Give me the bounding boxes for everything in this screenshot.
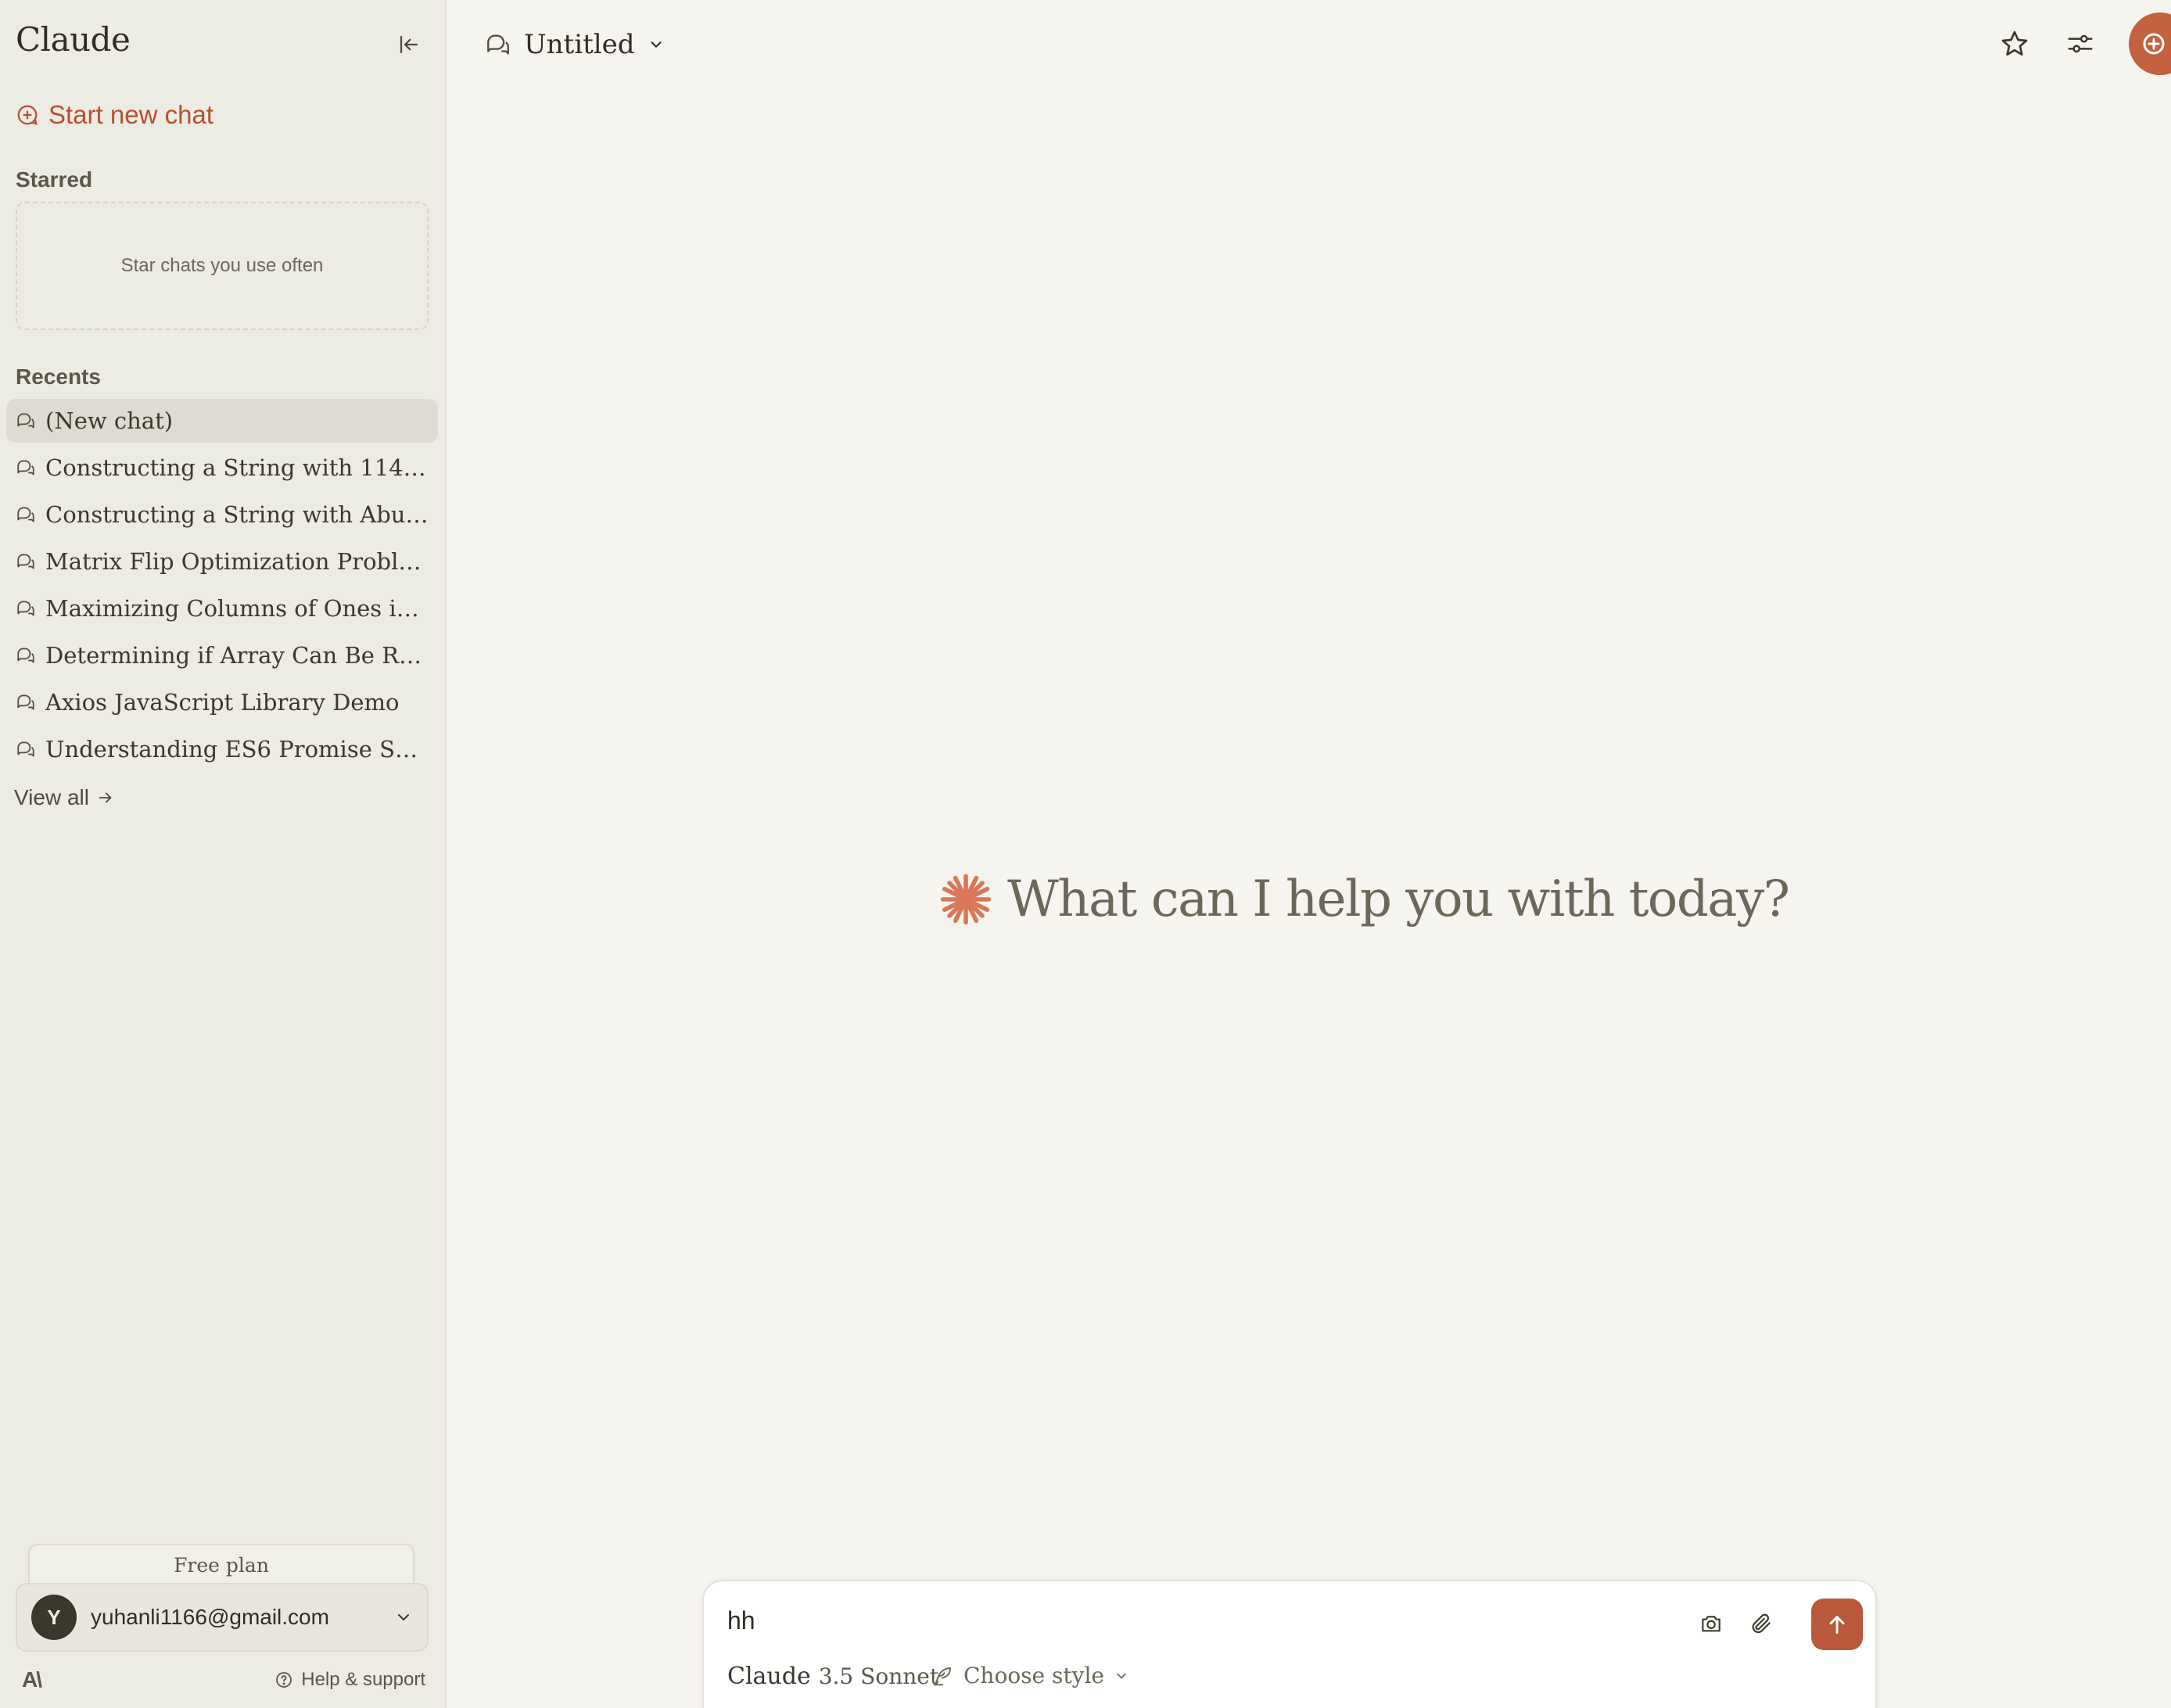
model-name: Claude [727, 1663, 811, 1690]
arrow-right-icon [99, 792, 112, 803]
collapse-sidebar-icon [400, 35, 418, 54]
arrow-up-icon [1829, 1616, 1845, 1634]
chat-bubble-icon [16, 692, 38, 712]
chat-title: Untitled [524, 29, 635, 60]
plan-badge: Free plan [28, 1544, 414, 1584]
recent-chat-item[interactable]: (New chat) [6, 399, 438, 443]
star-chat-button[interactable] [1996, 25, 2033, 63]
chat-bubble-icon [487, 34, 509, 55]
recent-chat-label: Constructing a String with 114514 "jiar.… [45, 454, 429, 481]
view-all-link[interactable]: View all [14, 785, 114, 810]
chat-bubble-icon [16, 645, 38, 666]
help-support-link[interactable]: Help & support [275, 1669, 425, 1691]
recent-chat-item[interactable]: Maximizing Columns of Ones in a Bin... [6, 587, 438, 630]
chat-bubble-icon [16, 598, 38, 619]
brand-logo[interactable]: Claude [16, 20, 131, 59]
chat-bubble-icon [16, 739, 38, 759]
send-button[interactable] [1811, 1599, 1863, 1650]
model-selector[interactable]: Claude 3.5 Sonnet [727, 1663, 938, 1690]
collapse-sidebar-button[interactable] [391, 27, 427, 63]
chat-title-dropdown[interactable]: Untitled [485, 25, 665, 64]
recent-chat-label: Determining if Array Can Be Rearran... [45, 642, 429, 669]
starred-empty-state: Star chats you use often [16, 202, 429, 330]
chat-settings-button[interactable] [2062, 25, 2099, 63]
new-chat-round-button[interactable] [2129, 13, 2171, 75]
recent-chat-label: Matrix Flip Optimization Problem [45, 548, 429, 575]
starred-heading: Starred [16, 167, 93, 192]
avatar: Y [31, 1595, 77, 1640]
plan-label: Free plan [174, 1553, 269, 1577]
view-all-label: View all [14, 785, 89, 809]
new-chat-icon [2143, 33, 2165, 55]
account-email: yuhanli1166@gmail.com [91, 1605, 329, 1629]
chat-bubble-icon [16, 458, 38, 478]
chevron-down-icon [398, 1614, 409, 1620]
recent-chat-label: (New chat) [45, 407, 174, 434]
greeting-text: What can I help you with today? [1007, 870, 1790, 928]
style-label: Choose style [963, 1663, 1104, 1688]
recent-chat-item[interactable]: Matrix Flip Optimization Problem [6, 540, 438, 583]
recents-heading: Recents [16, 364, 101, 389]
chat-bubble-icon [16, 504, 38, 525]
anthropic-logo[interactable]: A\ [22, 1667, 42, 1692]
message-input[interactable]: hh [727, 1606, 755, 1635]
recent-chat-label: Maximizing Columns of Ones in a Bin... [45, 595, 429, 622]
new-chat-plus-icon [17, 105, 38, 125]
start-new-chat-label: Start new chat [48, 100, 214, 129]
quill-icon [934, 1667, 951, 1685]
claude-starburst-icon [940, 874, 992, 925]
greeting: What can I help you with today? [938, 868, 1790, 931]
start-new-chat-button[interactable]: Start new chat [16, 95, 214, 135]
recent-chat-item[interactable]: Understanding ES6 Promise Syntax [6, 727, 438, 771]
chevron-down-icon [1117, 1673, 1126, 1678]
chat-bubble-icon [16, 411, 38, 431]
help-icon [276, 1672, 292, 1688]
camera-icon [1702, 1616, 1721, 1632]
recent-chat-label: Constructing a String with Abundant ... [45, 501, 429, 528]
sidebar: Claude Start new chat Starred Star chats… [0, 0, 447, 1708]
paperclip-icon [1752, 1613, 1771, 1634]
recents-list: (New chat) Constructing a String with 11… [6, 399, 438, 774]
chat-bubble-icon [16, 551, 38, 572]
star-icon [2001, 30, 2028, 56]
starred-empty-text: Star chats you use often [120, 255, 324, 276]
recent-chat-item[interactable]: Constructing a String with 114514 "jiar.… [6, 446, 438, 490]
recent-chat-item[interactable]: Determining if Array Can Be Rearran... [6, 633, 438, 677]
style-selector[interactable]: Choose style [931, 1663, 1129, 1688]
recent-chat-item[interactable]: Constructing a String with Abundant ... [6, 493, 438, 536]
sidebar-footer: A\ Help & support [22, 1664, 425, 1695]
sliders-icon [2068, 34, 2093, 53]
recent-chat-item[interactable]: Axios JavaScript Library Demo [6, 680, 438, 724]
recent-chat-label: Understanding ES6 Promise Syntax [45, 736, 429, 762]
help-support-label: Help & support [301, 1669, 425, 1690]
account-menu-button[interactable]: Y yuhanli1166@gmail.com [16, 1583, 429, 1652]
chevron-down-icon [651, 41, 662, 48]
attach-file-button[interactable] [1741, 1603, 1782, 1644]
model-version: 3.5 Sonnet [818, 1663, 939, 1689]
screenshot-button[interactable] [1691, 1603, 1731, 1644]
message-composer: hh Claude 3.5 Sonnet Choose style [702, 1580, 1877, 1708]
recent-chat-label: Axios JavaScript Library Demo [45, 689, 400, 716]
